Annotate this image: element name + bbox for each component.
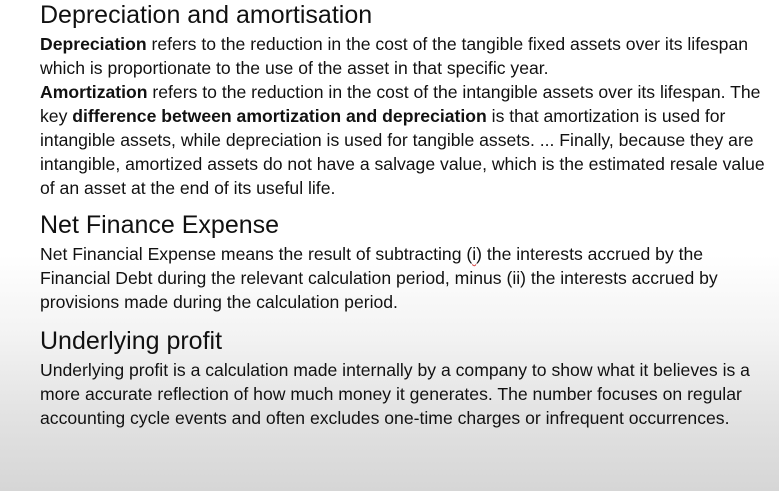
paragraph-underlying-profit: Underlying profit is a calculation made … (40, 360, 750, 428)
heading-depreciation: Depreciation and amortisation (40, 1, 373, 29)
paragraph-depreciation: Depreciation refers to the reduction in … (40, 32, 772, 80)
section-depreciation: Depreciation and amortisation Depreciati… (40, 1, 772, 200)
document-body: Depreciation and amortisation Depreciati… (40, 0, 772, 430)
paragraph-net-finance-expense: Net Financial Expense means the result o… (40, 242, 772, 314)
text-depreciation-definition: refers to the reduction in the cost of t… (40, 34, 749, 78)
paragraph-amortization: Amortization refers to the reduction in … (40, 80, 772, 200)
section-underlying-profit: Underlying profit Underlying profit is a… (40, 327, 772, 430)
heading-underlying-profit: Underlying profit (40, 327, 223, 355)
section-net-finance-expense: Net Finance Expense Net Financial Expens… (40, 211, 772, 314)
term-depreciation: Depreciation (40, 34, 147, 54)
heading-net-finance-expense: Net Finance Expense (40, 211, 280, 239)
term-amortization: Amortization (40, 82, 148, 102)
text-net-finance-a: Net Financial Expense means the result o… (40, 244, 473, 264)
term-key-difference: difference between amortization and depr… (72, 106, 487, 126)
